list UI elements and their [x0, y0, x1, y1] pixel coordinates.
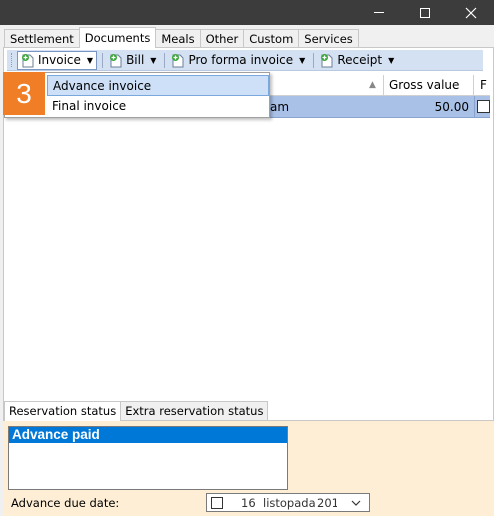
advance-due-date-label: Advance due date:: [11, 496, 120, 510]
menu-item-advance-invoice[interactable]: Advance invoice: [47, 75, 269, 96]
new-document-icon: [22, 53, 34, 67]
tab-services[interactable]: Services: [298, 29, 359, 48]
invoice-button[interactable]: Invoice ▼: [17, 50, 98, 70]
new-document-icon: [321, 53, 333, 67]
column-divider[interactable]: [383, 75, 384, 95]
toolbar-grip[interactable]: [11, 53, 14, 67]
dropdown-arrow-icon: ▼: [388, 55, 395, 65]
row-name-cell: am: [270, 100, 290, 114]
list-item-selected-status[interactable]: Advance paid: [9, 427, 287, 443]
receipt-button-label: Receipt: [337, 53, 383, 67]
documents-toolbar: Invoice ▼ Bill ▼ Pro forma invoice ▼ Rec…: [7, 50, 483, 71]
date-enabled-checkbox[interactable]: [211, 497, 223, 509]
tab-custom[interactable]: Custom: [243, 29, 300, 48]
tab-documents[interactable]: Documents: [78, 27, 157, 48]
invoice-button-label: Invoice: [38, 53, 81, 67]
tab-settlement[interactable]: Settlement: [4, 29, 80, 48]
column-header-gross-value[interactable]: Gross value: [389, 78, 459, 92]
dropdown-arrow-icon: ▼: [86, 55, 94, 65]
dropdown-arrow-icon: ▼: [150, 55, 157, 65]
tab-extra-reservation-status[interactable]: Extra reservation status: [120, 401, 269, 420]
main-tab-strip: Settlement Documents Meals Other Custom …: [4, 27, 359, 48]
minimize-button[interactable]: [356, 0, 402, 25]
new-document-icon: [110, 53, 122, 67]
column-header-f[interactable]: F: [480, 78, 487, 92]
sort-arrow-icon[interactable]: ▲: [369, 80, 376, 90]
tab-meals[interactable]: Meals: [155, 29, 201, 48]
advance-due-date-picker[interactable]: 16 listopada 2016: [206, 493, 370, 512]
minimize-icon: [374, 12, 384, 13]
pro-forma-invoice-button-label: Pro forma invoice: [188, 53, 294, 67]
maximize-button[interactable]: [402, 0, 448, 25]
column-divider[interactable]: [473, 75, 474, 95]
tab-reservation-status[interactable]: Reservation status: [4, 401, 122, 421]
close-icon: [465, 7, 477, 18]
step-number-badge: 3: [3, 72, 45, 115]
cell-divider: [474, 96, 475, 117]
toolbar-separator: [164, 52, 166, 68]
maximize-icon: [420, 7, 430, 18]
receipt-button[interactable]: Receipt ▼: [317, 51, 397, 70]
toolbar-separator: [102, 52, 104, 68]
toolbar-separator: [313, 52, 315, 68]
dropdown-arrow-icon: ▼: [299, 55, 306, 65]
title-bar: [0, 0, 494, 25]
date-day[interactable]: 16: [241, 496, 256, 510]
documents-grid-header: ▲ Gross value F: [269, 75, 490, 96]
new-document-icon: [172, 53, 184, 67]
reservation-status-list[interactable]: Advance paid: [8, 426, 288, 490]
tab-other[interactable]: Other: [199, 29, 245, 48]
row-f-checkbox[interactable]: [477, 100, 490, 113]
pro-forma-invoice-button[interactable]: Pro forma invoice ▼: [168, 51, 308, 70]
menu-item-final-invoice[interactable]: Final invoice: [47, 96, 269, 117]
date-year[interactable]: 2016: [317, 496, 337, 510]
reservation-tab-strip: Reservation status Extra reservation sta…: [4, 401, 269, 421]
calendar-dropdown-icon[interactable]: [349, 495, 363, 510]
bill-button-label: Bill: [126, 53, 145, 67]
date-month[interactable]: listopada: [263, 496, 316, 510]
row-gross-value-cell: 50.00: [434, 100, 469, 114]
close-button[interactable]: [448, 0, 494, 25]
bill-button[interactable]: Bill ▼: [106, 51, 159, 70]
